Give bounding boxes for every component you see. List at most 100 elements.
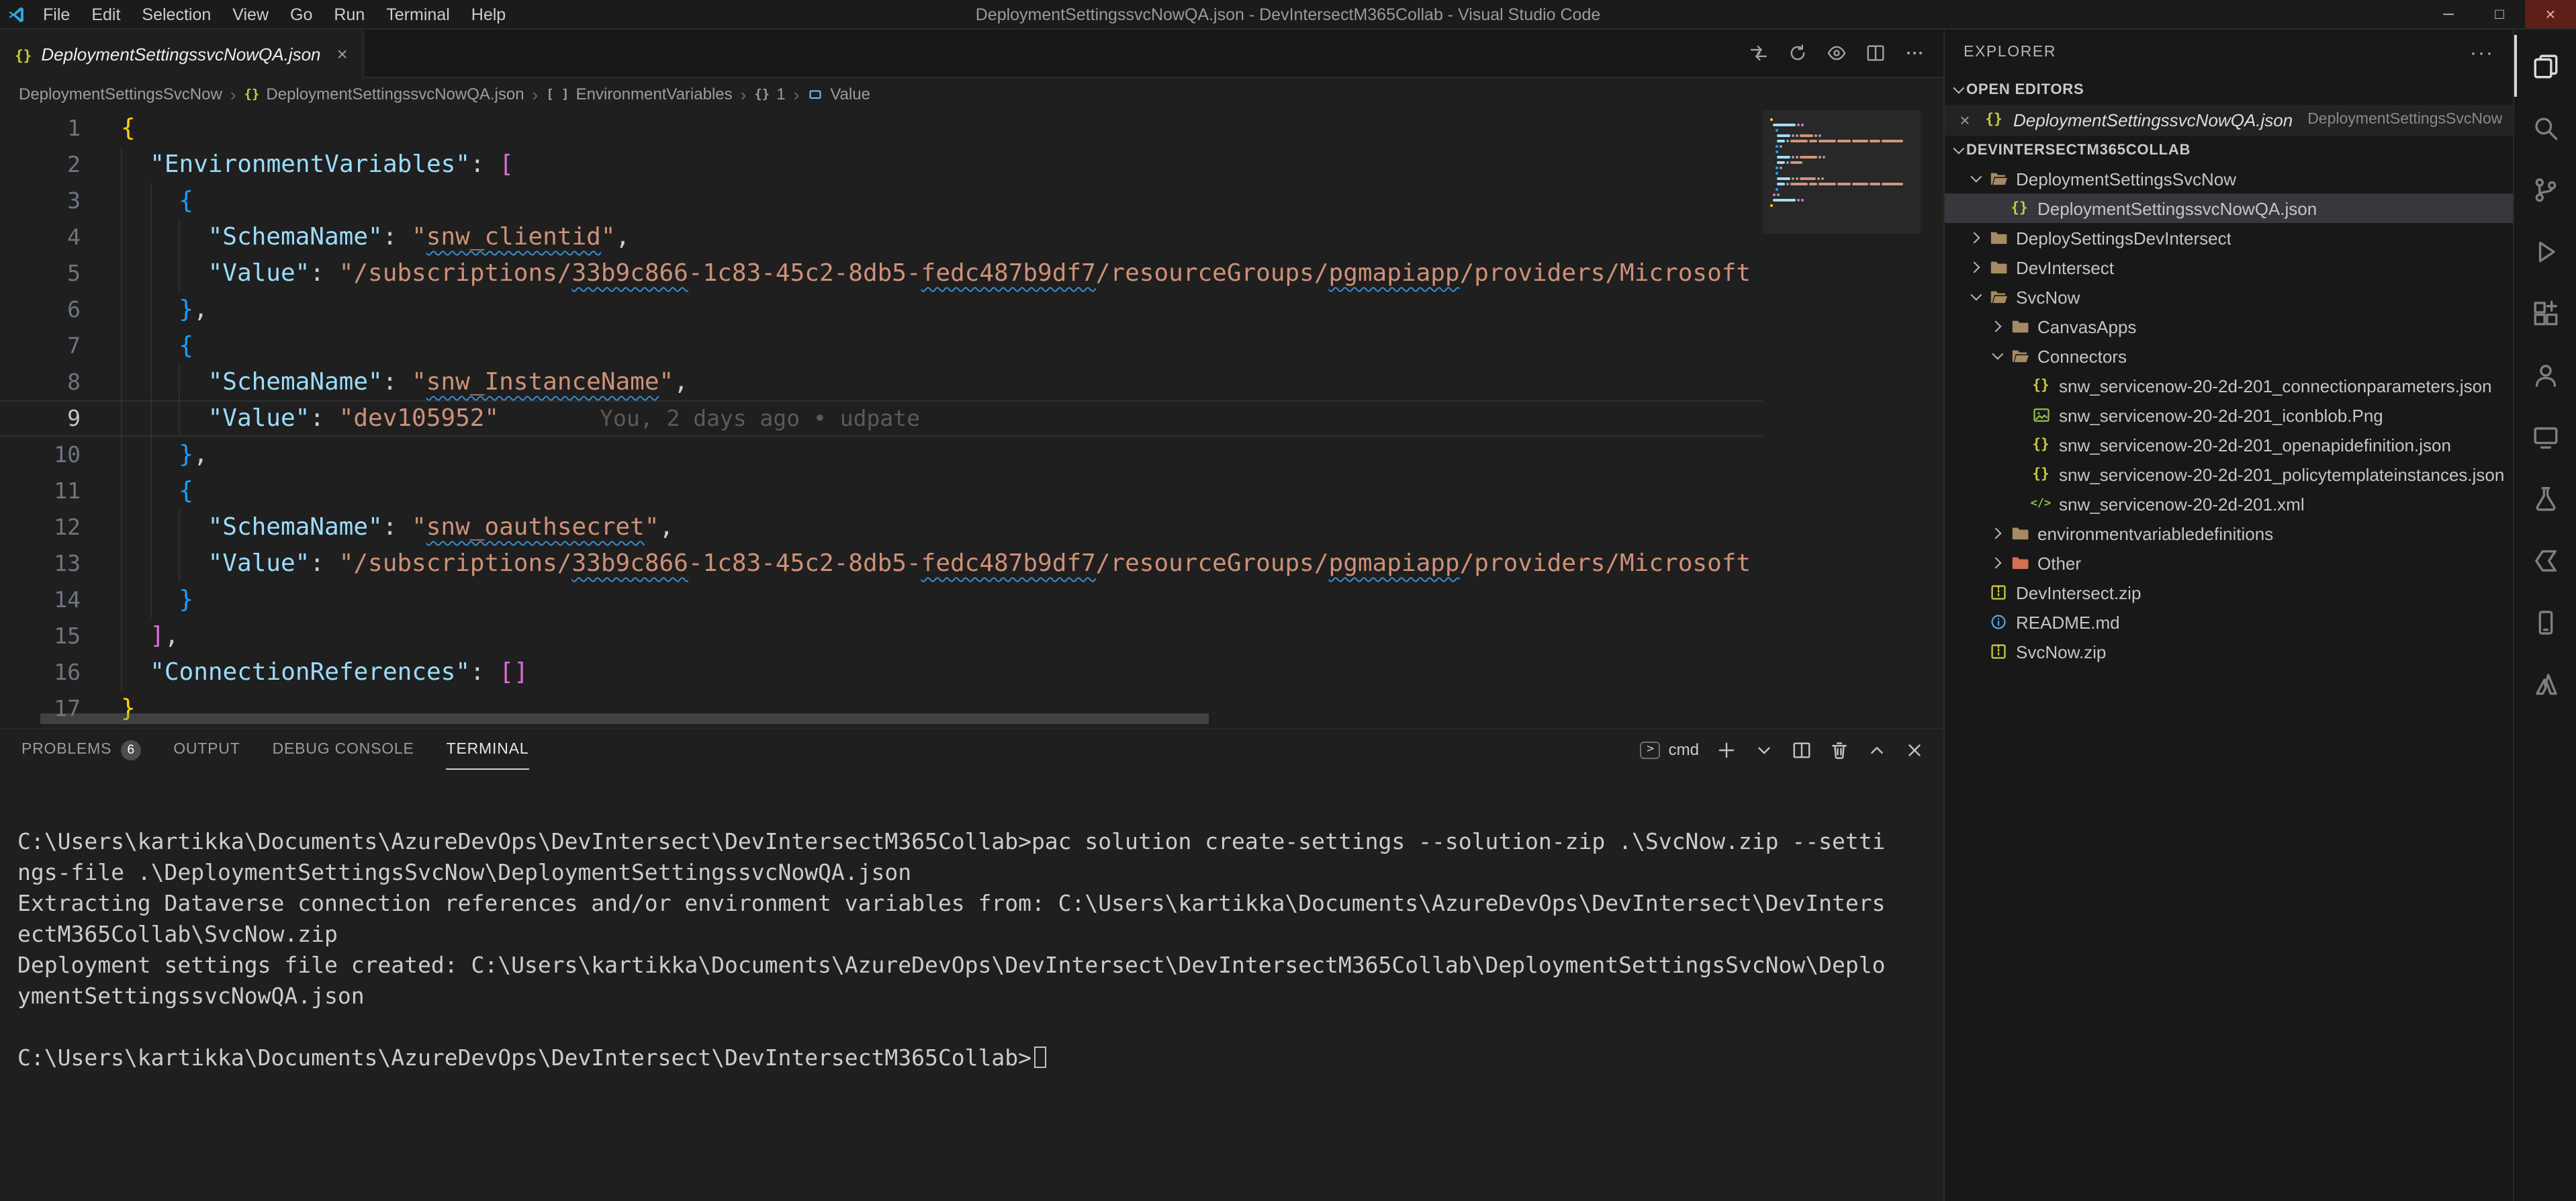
file-item-snw-servicenow-20-2d-201-connectionparameters-json[interactable]: {}snw_servicenow-20-2d-201_connectionpar… bbox=[1945, 371, 2513, 400]
line-number: 3 bbox=[0, 183, 121, 219]
code-line-15[interactable]: 15], bbox=[0, 618, 1762, 654]
new-terminal-icon[interactable] bbox=[1716, 740, 1737, 760]
terminal[interactable]: C:\Users\kartikka\Documents\AzureDevOps\… bbox=[0, 770, 1943, 1201]
editor-tab[interactable]: {} DeploymentSettingssvcNowQA.json × bbox=[0, 30, 364, 78]
panel-tab-terminal[interactable]: TERMINAL bbox=[447, 729, 529, 770]
file-item-snw-servicenow-20-2d-201-policytemplateinstances-json[interactable]: {}snw_servicenow-20-2d-201_policytemplat… bbox=[1945, 459, 2513, 489]
minimap-slider[interactable] bbox=[1762, 110, 1921, 234]
folder-item-other[interactable]: Other bbox=[1945, 548, 2513, 578]
file-item-readme-md[interactable]: README.md bbox=[1945, 607, 2513, 637]
menu-go[interactable]: Go bbox=[279, 0, 323, 28]
image-icon bbox=[2028, 406, 2054, 425]
menu-help[interactable]: Help bbox=[461, 0, 516, 28]
folder-item-devintersect[interactable]: DevIntersect bbox=[1945, 253, 2513, 282]
open-editors-header[interactable]: OPEN EDITORS bbox=[1945, 75, 2513, 105]
maximize-panel-icon[interactable] bbox=[1867, 740, 1887, 760]
open-editor-item[interactable]: ×{}DeploymentSettingssvcNowQA.jsonDeploy… bbox=[1945, 105, 2513, 134]
search-icon[interactable] bbox=[2514, 97, 2576, 159]
file-item-snw-servicenow-20-2d-201-openapidefinition-json[interactable]: {}snw_servicenow-20-2d-201_openapidefini… bbox=[1945, 430, 2513, 459]
code-line-1[interactable]: 1{ bbox=[0, 110, 1762, 146]
code-line-16[interactable]: 16"ConnectionReferences": [] bbox=[0, 654, 1762, 691]
zip-icon bbox=[1985, 642, 2011, 661]
breadcrumb-separator: › bbox=[794, 84, 800, 104]
power-platform-icon[interactable] bbox=[2514, 529, 2576, 591]
remote-explorer-icon[interactable] bbox=[2514, 406, 2576, 468]
folder-item-deploysettingsdevintersect[interactable]: DeploySettingsDevIntersect bbox=[1945, 223, 2513, 253]
folder-item-deploymentsettingssvcnow[interactable]: DeploymentSettingsSvcNow bbox=[1945, 164, 2513, 193]
run-and-debug-icon[interactable] bbox=[2514, 220, 2576, 282]
code-line-8[interactable]: 8"SchemaName": "snw_InstanceName", bbox=[0, 364, 1762, 400]
code-line-10[interactable]: 10}, bbox=[0, 437, 1762, 473]
minimize-window-button[interactable]: ─ bbox=[2423, 0, 2474, 28]
split-editor-icon[interactable] bbox=[1866, 43, 1886, 63]
testing-icon[interactable] bbox=[2514, 468, 2576, 529]
code-line-3[interactable]: 3{ bbox=[0, 183, 1762, 219]
code-line-7[interactable]: 7{ bbox=[0, 328, 1762, 364]
close-editor-icon[interactable]: × bbox=[1956, 109, 1974, 130]
menu-selection[interactable]: Selection bbox=[131, 0, 222, 28]
folder-item-environmentvariabledefinitions[interactable]: environmentvariabledefinitions bbox=[1945, 519, 2513, 548]
code-line-4[interactable]: 4"SchemaName": "snw_clientid", bbox=[0, 219, 1762, 255]
shell-name: cmd bbox=[1669, 740, 1699, 759]
menu-view[interactable]: View bbox=[222, 0, 279, 28]
kill-terminal-icon[interactable] bbox=[1829, 740, 1849, 760]
dropdown-chevron-icon[interactable] bbox=[1754, 740, 1774, 760]
menu-run[interactable]: Run bbox=[323, 0, 375, 28]
account-icon[interactable] bbox=[2514, 344, 2576, 406]
menu-edit[interactable]: Edit bbox=[81, 0, 131, 28]
mobile-preview-icon[interactable] bbox=[2514, 591, 2576, 653]
menu-file[interactable]: File bbox=[32, 0, 81, 28]
symbol-array-icon: [ ] bbox=[546, 87, 569, 101]
terminal-line: C:\Users\kartikka\Documents\AzureDevOps\… bbox=[17, 1042, 1943, 1073]
extensions-icon[interactable] bbox=[2514, 282, 2576, 344]
horizontal-scrollbar[interactable] bbox=[40, 713, 1209, 724]
file-item-deploymentsettingssvcnowqa-json[interactable]: {}DeploymentSettingssvcNowQA.json bbox=[1945, 193, 2513, 223]
breadcrumb-item-1[interactable]: {}1 bbox=[754, 85, 785, 103]
code-line-13[interactable]: 13"Value": "/subscriptions/33b9c866-1c83… bbox=[0, 545, 1762, 582]
breadcrumb-item-deploymentsettingssvcnowqa-json[interactable]: {}DeploymentSettingssvcNowQA.json bbox=[244, 85, 524, 103]
code-line-5[interactable]: 5"Value": "/subscriptions/33b9c866-1c83-… bbox=[0, 255, 1762, 292]
more-actions-icon[interactable]: ··· bbox=[2470, 41, 2494, 64]
terminal-line: ngs-file .\DeploymentSettingsSvcNow\Depl… bbox=[17, 857, 1943, 888]
code-line-6[interactable]: 6}, bbox=[0, 292, 1762, 328]
panel-tab-output[interactable]: OUTPUT bbox=[173, 729, 240, 770]
open-preview-icon[interactable] bbox=[1827, 43, 1847, 63]
code-editor[interactable]: 1{2"EnvironmentVariables": [3{4"SchemaNa… bbox=[0, 110, 1762, 728]
folder-item-canvasapps[interactable]: CanvasApps bbox=[1945, 312, 2513, 341]
code-line-14[interactable]: 14} bbox=[0, 582, 1762, 618]
panel-tab-debug-console[interactable]: DEBUG CONSOLE bbox=[273, 729, 414, 770]
menu-terminal[interactable]: Terminal bbox=[375, 0, 461, 28]
panel-tab-problems[interactable]: PROBLEMS6 bbox=[21, 729, 141, 770]
breadcrumb-item-environmentvariables[interactable]: [ ]EnvironmentVariables bbox=[546, 85, 732, 103]
code-line-2[interactable]: 2"EnvironmentVariables": [ bbox=[0, 146, 1762, 183]
split-terminal-icon[interactable] bbox=[1792, 740, 1812, 760]
line-number: 9 bbox=[0, 400, 121, 437]
file-item-svcnow-zip[interactable]: SvcNow.zip bbox=[1945, 637, 2513, 666]
breadcrumb-item-deploymentsettingssvcnow[interactable]: DeploymentSettingsSvcNow bbox=[19, 85, 222, 103]
breadcrumb-item-value[interactable]: Value bbox=[807, 85, 870, 103]
workspace-header[interactable]: DEVINTERSECTM365COLLAB bbox=[1945, 134, 2513, 164]
file-item-snw-servicenow-20-2d-201-iconblob-png[interactable]: snw_servicenow-20-2d-201_iconblob.Png bbox=[1945, 400, 2513, 430]
source-control-icon[interactable] bbox=[2514, 159, 2576, 220]
terminal-line: ectM365Collab\SvcNow.zip bbox=[17, 919, 1943, 950]
azure-icon[interactable] bbox=[2514, 653, 2576, 715]
xml-icon: </> bbox=[2028, 497, 2054, 510]
maximize-window-button[interactable]: □ bbox=[2474, 0, 2525, 28]
close-panel-icon[interactable] bbox=[1904, 740, 1925, 760]
code-line-11[interactable]: 11{ bbox=[0, 473, 1762, 509]
folder-icon bbox=[2007, 317, 2032, 336]
code-line-9[interactable]: 9"Value": "dev105952"You, 2 days ago • u… bbox=[0, 400, 1762, 437]
close-tab-icon[interactable]: × bbox=[337, 43, 348, 64]
close-window-button[interactable]: × bbox=[2525, 0, 2576, 28]
file-item-snw-servicenow-20-2d-201-xml[interactable]: </>snw_servicenow-20-2d-201.xml bbox=[1945, 489, 2513, 519]
folder-item-connectors[interactable]: Connectors bbox=[1945, 341, 2513, 371]
terminal-profile-selector[interactable]: > cmd bbox=[1641, 740, 1699, 759]
file-item-devintersect-zip[interactable]: DevIntersect.zip bbox=[1945, 578, 2513, 607]
more-actions-icon[interactable] bbox=[1904, 43, 1925, 63]
folder-item-svcnow[interactable]: SvcNow bbox=[1945, 282, 2513, 312]
sync-icon[interactable] bbox=[1788, 43, 1808, 63]
minimap[interactable] bbox=[1762, 110, 1921, 728]
open-changes-icon[interactable] bbox=[1749, 43, 1769, 63]
code-line-12[interactable]: 12"SchemaName": "snw_oauthsecret", bbox=[0, 509, 1762, 545]
explorer-icon[interactable] bbox=[2514, 35, 2576, 97]
